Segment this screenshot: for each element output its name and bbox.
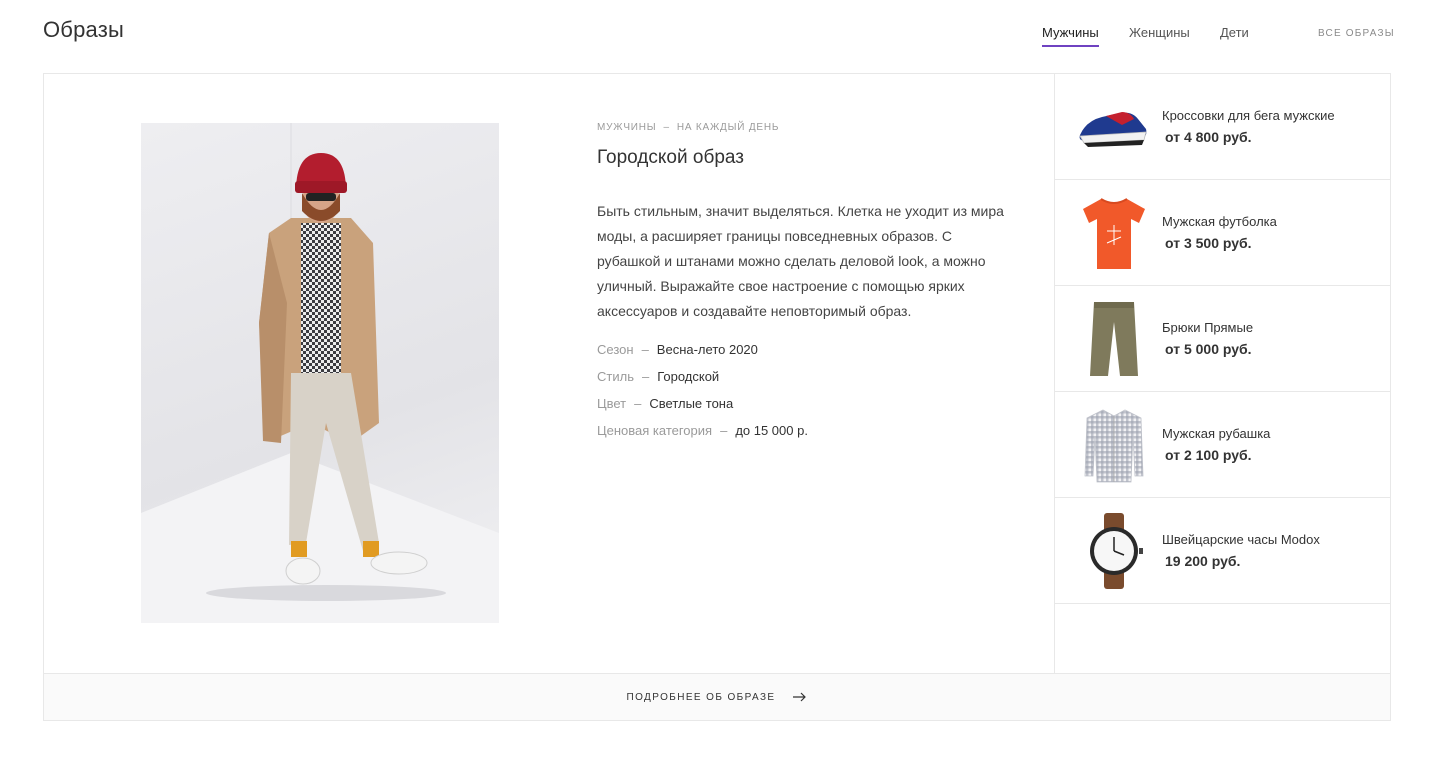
property-separator: – [641, 369, 650, 384]
property-label: Цвет [597, 396, 627, 411]
property-style: Стиль – Городской [597, 369, 808, 396]
product-item-sneakers[interactable]: Кроссовки для бега мужские от 4 800 руб. [1055, 74, 1391, 180]
product-name[interactable]: Кроссовки для бега мужские [1162, 108, 1335, 123]
product-item-tshirt[interactable]: Мужская футболка от 3 500 руб. [1055, 180, 1391, 286]
property-value: Светлые тона [649, 396, 734, 411]
property-value: Весна-лето 2020 [656, 342, 758, 357]
product-price: от 2 100 руб. [1165, 447, 1252, 463]
shirt-icon [1074, 406, 1154, 484]
product-name[interactable]: Мужская рубашка [1162, 426, 1270, 441]
property-separator: – [634, 396, 642, 411]
look-details-label: ПОДРОБНЕЕ ОБ ОБРАЗЕ [626, 691, 776, 703]
category-tabs: Мужчины Женщины Дети [0, 25, 1445, 49]
look-card: МУЖЧИНЫ – НА КАЖДЫЙ ДЕНЬ Городской образ Б… [43, 73, 1391, 721]
breadcrumb-subcategory[interactable]: НА КАЖДЫЙ ДЕНЬ [677, 122, 779, 133]
property-color: Цвет – Светлые тона [597, 396, 808, 423]
property-price-category: Ценовая категория – до 15 000 р. [597, 423, 808, 450]
sneakers-icon [1074, 88, 1154, 166]
property-label: Стиль [597, 369, 634, 384]
product-name[interactable]: Брюки Прямые [1162, 320, 1253, 335]
product-price: от 5 000 руб. [1165, 341, 1252, 357]
product-name[interactable]: Мужская футболка [1162, 214, 1277, 229]
product-item-trousers[interactable]: Брюки Прямые от 5 000 руб. [1055, 286, 1391, 392]
property-label: Ценовая категория [597, 423, 713, 438]
property-season: Сезон – Весна-лето 2020 [597, 342, 808, 369]
look-breadcrumb: МУЖЧИНЫ – НА КАЖДЫЙ ДЕНЬ [597, 122, 779, 133]
product-price: 19 200 руб. [1165, 553, 1241, 569]
look-title: Городской образ [597, 147, 744, 168]
property-value: Городской [657, 369, 720, 384]
all-looks-link[interactable]: ВСЕ ОБРАЗЫ [1318, 28, 1395, 39]
property-separator: – [720, 423, 728, 438]
tshirt-icon [1074, 194, 1154, 272]
breadcrumb-category[interactable]: МУЖЧИНЫ [597, 122, 656, 133]
look-properties: Сезон – Весна-лето 2020 Стиль – Городской Цв… [597, 342, 808, 450]
tab-kids[interactable]: Дети [1220, 25, 1249, 47]
property-value: до 15 000 р. [735, 423, 808, 438]
product-list: Кроссовки для бега мужские от 4 800 руб.… [1055, 74, 1391, 673]
product-item-watch[interactable]: Швейцарские часы Modox 19 200 руб. [1055, 498, 1391, 604]
property-label: Сезон [597, 342, 634, 357]
property-separator: – [641, 342, 649, 357]
product-price: от 4 800 руб. [1165, 129, 1252, 145]
arrow-right-icon [793, 692, 807, 702]
product-item-shirt[interactable]: Мужская рубашка от 2 100 руб. [1055, 392, 1391, 498]
trousers-icon [1074, 300, 1154, 378]
product-price: от 3 500 руб. [1165, 235, 1252, 251]
look-description: Быть стильным, значит выделяться. Клетка… [597, 203, 1004, 319]
tab-women[interactable]: Женщины [1129, 25, 1190, 47]
product-name[interactable]: Швейцарские часы Modox [1162, 532, 1320, 547]
look-details-button[interactable]: ПОДРОБНЕЕ ОБ ОБРАЗЕ [44, 673, 1390, 720]
look-photo [141, 123, 499, 623]
breadcrumb-separator: – [663, 122, 670, 133]
look-main: МУЖЧИНЫ – НА КАЖДЫЙ ДЕНЬ Городской образ Б… [44, 74, 1054, 673]
watch-icon [1074, 512, 1154, 590]
tab-men[interactable]: Мужчины [1042, 25, 1099, 47]
